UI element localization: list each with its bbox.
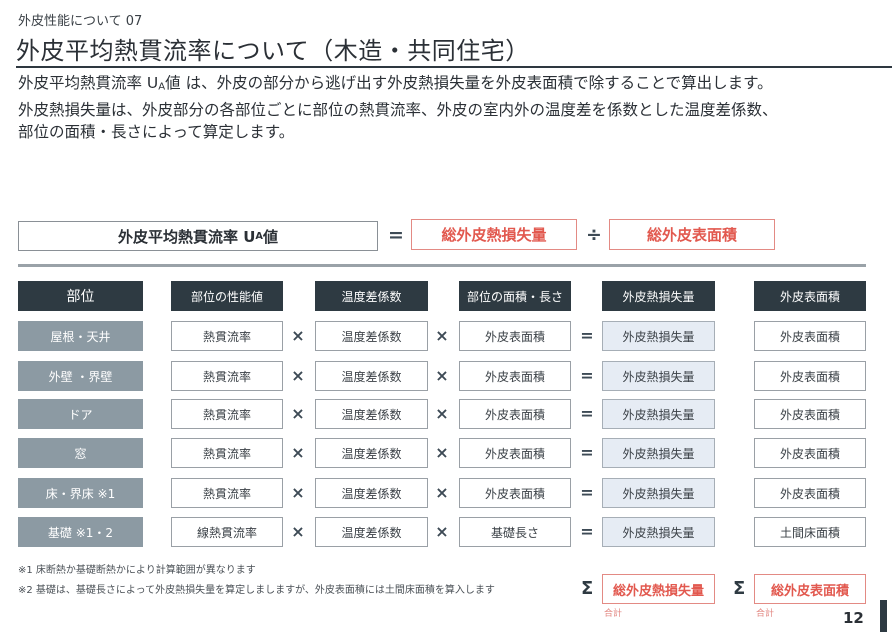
section-kicker: 外皮性能について 07	[18, 14, 143, 29]
surface-area-cell: 外皮表面積	[754, 438, 866, 468]
sigma-symbol: Σ	[581, 578, 594, 599]
formula-equals: =	[388, 224, 404, 246]
description: 外皮平均熱貫流率 UA値 は、外皮の部分から逃げ出す外皮熱損失量を外皮表面積で除…	[18, 72, 878, 143]
equals-operator: =	[580, 366, 594, 385]
heat-loss-cell: 外皮熱損失量	[602, 517, 715, 547]
formula-text: 値	[262, 227, 278, 246]
header-part: 部位	[18, 281, 143, 311]
page-title: 外皮平均熱貫流率について（木造・共同住宅）	[16, 37, 530, 65]
temp-coef-cell: 温度差係数	[315, 399, 428, 429]
surface-area-cell: 外皮表面積	[754, 478, 866, 508]
multiply-operator: ×	[291, 443, 305, 462]
multiply-operator: ×	[435, 404, 449, 423]
header-area-length: 部位の面積・長さ	[459, 281, 571, 311]
area-cell: 基礎長さ	[459, 517, 571, 547]
surface-area-cell: 外皮表面積	[754, 399, 866, 429]
multiply-operator: ×	[291, 326, 305, 345]
surface-area-cell: 外皮表面積	[754, 361, 866, 391]
equals-operator: =	[580, 404, 594, 423]
surface-area-cell: 外皮表面積	[754, 321, 866, 351]
formula-text: 外皮平均熱貫流率 U	[118, 227, 256, 246]
area-cell: 外皮表面積	[459, 361, 571, 391]
multiply-operator: ×	[291, 483, 305, 502]
header-temp-coef: 温度差係数	[315, 281, 428, 311]
header-performance: 部位の性能値	[171, 281, 283, 311]
temp-coef-cell: 温度差係数	[315, 438, 428, 468]
row-label: 基礎 ※1・2	[18, 517, 143, 547]
formula-divide: ÷	[586, 224, 602, 246]
formula-denominator-box: 総外皮表面積	[609, 219, 775, 250]
page-number: 12	[843, 609, 864, 627]
multiply-operator: ×	[435, 366, 449, 385]
surface-area-cell: 土間床面積	[754, 517, 866, 547]
temp-coef-cell: 温度差係数	[315, 321, 428, 351]
desc-text: 外皮平均熱貫流率 U	[18, 74, 159, 92]
performance-cell: 熱貫流率	[171, 361, 283, 391]
description-line-1: 外皮平均熱貫流率 UA値 は、外皮の部分から逃げ出す外皮熱損失量を外皮表面積で除…	[18, 72, 878, 99]
row-label: 外壁 ・界壁	[18, 361, 143, 391]
page-accent-bar	[880, 600, 887, 632]
multiply-operator: ×	[435, 522, 449, 541]
multiply-operator: ×	[291, 404, 305, 423]
heat-loss-cell: 外皮熱損失量	[602, 399, 715, 429]
formula-ua-box: 外皮平均熱貫流率 UA値	[18, 221, 378, 251]
description-line-2: 外皮熱損失量は、外皮部分の各部位ごとに部位の熱貫流率、外皮の室内外の温度差を係数…	[18, 100, 778, 119]
description-line-3: 部位の面積・長さによって算定します。	[18, 122, 295, 141]
area-cell: 外皮表面積	[459, 321, 571, 351]
total-loss-box: 総外皮熱損失量	[602, 574, 715, 604]
row-label: 屋根・天井	[18, 321, 143, 351]
heat-loss-cell: 外皮熱損失量	[602, 321, 715, 351]
multiply-operator: ×	[435, 326, 449, 345]
temp-coef-cell: 温度差係数	[315, 517, 428, 547]
row-label: 床・界床 ※1	[18, 478, 143, 508]
area-cell: 外皮表面積	[459, 438, 571, 468]
performance-cell: 熱貫流率	[171, 438, 283, 468]
equals-operator: =	[580, 483, 594, 502]
multiply-operator: ×	[435, 483, 449, 502]
area-cell: 外皮表面積	[459, 399, 571, 429]
heat-loss-cell: 外皮熱損失量	[602, 361, 715, 391]
temp-coef-cell: 温度差係数	[315, 478, 428, 508]
performance-cell: 熱貫流率	[171, 399, 283, 429]
row-label: 窓	[18, 438, 143, 468]
desc-text: 値 は、外皮の部分から逃げ出す外皮熱損失量を外皮表面積で除することで算出します。	[165, 74, 773, 92]
total-loss-caption: 合計	[604, 609, 623, 619]
temp-coef-cell: 温度差係数	[315, 361, 428, 391]
multiply-operator: ×	[435, 443, 449, 462]
header-surface-area: 外皮表面積	[754, 281, 866, 311]
area-cell: 外皮表面積	[459, 478, 571, 508]
footnote-1: ※1 床断熱か基礎断熱かにより計算範囲が異なります	[18, 565, 256, 576]
equals-operator: =	[580, 522, 594, 541]
total-area-box: 総外皮表面積	[754, 574, 866, 604]
multiply-operator: ×	[291, 522, 305, 541]
row-label: ドア	[18, 399, 143, 429]
performance-cell: 線熱貫流率	[171, 517, 283, 547]
performance-cell: 熱貫流率	[171, 478, 283, 508]
total-area-caption: 合計	[756, 609, 775, 619]
formula-numerator-box: 総外皮熱損失量	[411, 219, 577, 250]
formula-subscript: A	[255, 230, 263, 242]
sigma-symbol: Σ	[733, 578, 746, 599]
equals-operator: =	[580, 326, 594, 345]
equals-operator: =	[580, 443, 594, 462]
header-heat-loss: 外皮熱損失量	[602, 281, 715, 311]
table-divider	[18, 264, 866, 267]
performance-cell: 熱貫流率	[171, 321, 283, 351]
heat-loss-cell: 外皮熱損失量	[602, 478, 715, 508]
footnote-2: ※2 基礎は、基礎長さによって外皮熱損失量を算定しましますが、外皮表面積には土間…	[18, 585, 495, 596]
multiply-operator: ×	[291, 366, 305, 385]
heat-loss-cell: 外皮熱損失量	[602, 438, 715, 468]
title-divider	[16, 66, 892, 68]
